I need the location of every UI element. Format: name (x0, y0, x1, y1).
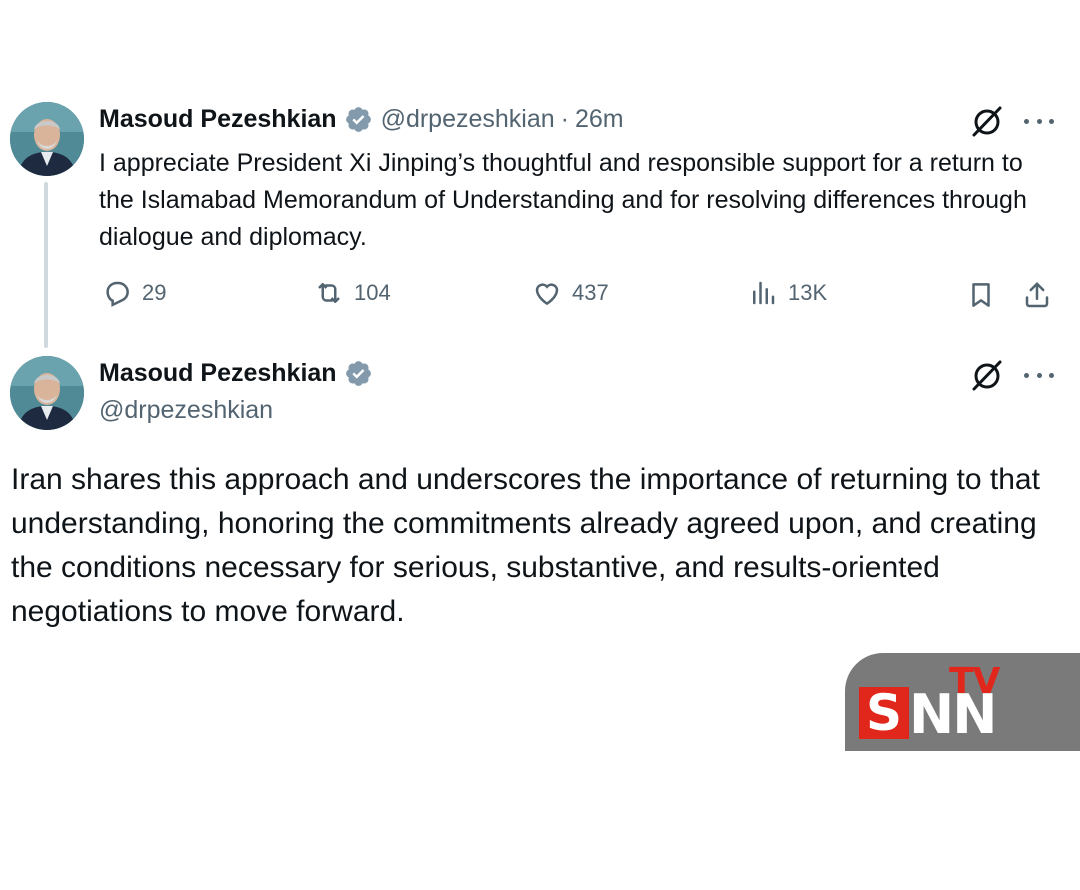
thread-line (44, 182, 48, 348)
separator-dot: · (560, 105, 569, 133)
more-icon[interactable] (1024, 371, 1054, 379)
reply-button[interactable]: 29 (102, 278, 166, 308)
repost-button[interactable]: 104 (314, 278, 391, 308)
grok-icon[interactable] (970, 358, 1004, 392)
grok-icon[interactable] (970, 104, 1004, 138)
screenshot-page: Masoud Pezeshkian @drpezeshkian · 26m I … (0, 0, 1080, 890)
repost-icon (318, 283, 340, 303)
handle[interactable]: @drpezeshkian (381, 105, 555, 134)
like-icon (535, 283, 559, 306)
more-icon[interactable] (1024, 117, 1054, 125)
avatar[interactable] (10, 356, 84, 430)
display-name[interactable]: Masoud Pezeshkian (99, 359, 337, 388)
tweet2-header: Masoud Pezeshkian (99, 359, 373, 388)
like-button[interactable]: 437 (532, 278, 609, 308)
share-button[interactable] (1022, 280, 1052, 310)
bookmark-button[interactable] (966, 280, 996, 310)
avatar[interactable] (10, 102, 84, 176)
tweet1-header: Masoud Pezeshkian @drpezeshkian · 26m (99, 105, 624, 134)
reply-icon (106, 281, 129, 307)
views-button[interactable]: 13K (748, 278, 827, 308)
snn-nn-text: NN (909, 683, 997, 746)
tweet1-top-actions (970, 104, 1054, 138)
tweet2-top-actions (970, 358, 1054, 392)
views-icon (753, 281, 775, 305)
reply-count: 29 (142, 280, 167, 305)
timestamp[interactable]: 26m (575, 105, 624, 134)
tweet2-text: Iran shares this approach and underscore… (11, 463, 1040, 628)
tweet1-text: I appreciate President Xi Jinping’s thou… (99, 149, 1027, 251)
verified-badge-icon (345, 361, 371, 386)
snn-s-letter: S (859, 687, 909, 739)
share-icon (1025, 282, 1049, 308)
display-name[interactable]: Masoud Pezeshkian (99, 105, 337, 134)
repost-count: 104 (354, 280, 391, 305)
view-count: 13K (788, 280, 828, 305)
bookmark-icon (972, 283, 990, 307)
snn-tv-logo: TV S NN (845, 653, 1080, 751)
handle[interactable]: @drpezeshkian (99, 396, 273, 425)
verified-badge-icon (345, 107, 371, 132)
like-count: 437 (572, 280, 609, 305)
